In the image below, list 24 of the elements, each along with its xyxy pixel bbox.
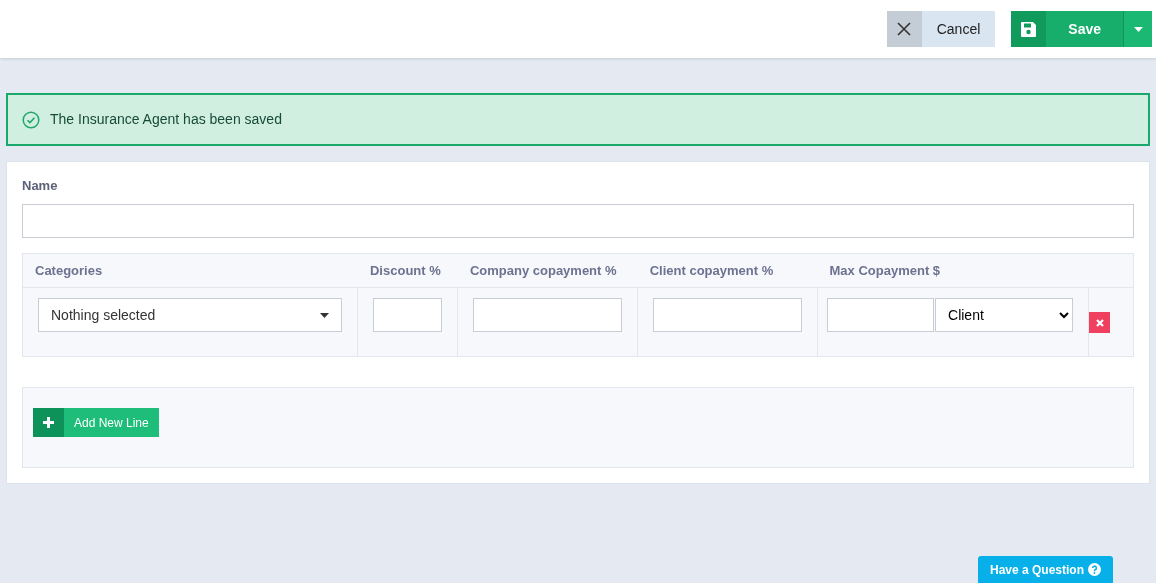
save-options-dropdown[interactable]: [1123, 11, 1152, 47]
cancel-button[interactable]: Cancel: [886, 11, 996, 47]
caret-icon: [320, 312, 330, 318]
name-field[interactable]: [22, 203, 1134, 238]
delete-line-button[interactable]: [1089, 312, 1110, 333]
check-circle-icon: [22, 110, 40, 129]
company-copayment-field[interactable]: [473, 298, 623, 332]
alert-message: The Insurance Agent has been saved: [50, 110, 282, 129]
close-icon: [1095, 318, 1104, 327]
max-copayment-field[interactable]: [827, 298, 934, 332]
column-header: Max Copayment $: [829, 262, 941, 278]
categories-dropdown[interactable]: Nothing selected: [38, 298, 343, 332]
column-header: Client copayment %: [649, 262, 774, 278]
client-copayment-field[interactable]: [653, 298, 802, 332]
payer-select[interactable]: Client: [935, 298, 1073, 332]
column-header: Discount %: [370, 262, 441, 278]
close-icon: [897, 22, 912, 36]
plus-icon: [43, 417, 54, 428]
question-icon: [1088, 563, 1102, 576]
column-header: Company copayment %: [469, 262, 617, 278]
caret-icon: [1133, 26, 1143, 32]
column-header: Categories: [35, 262, 103, 278]
discount-field[interactable]: [373, 298, 443, 332]
name-label: Name: [22, 177, 59, 195]
